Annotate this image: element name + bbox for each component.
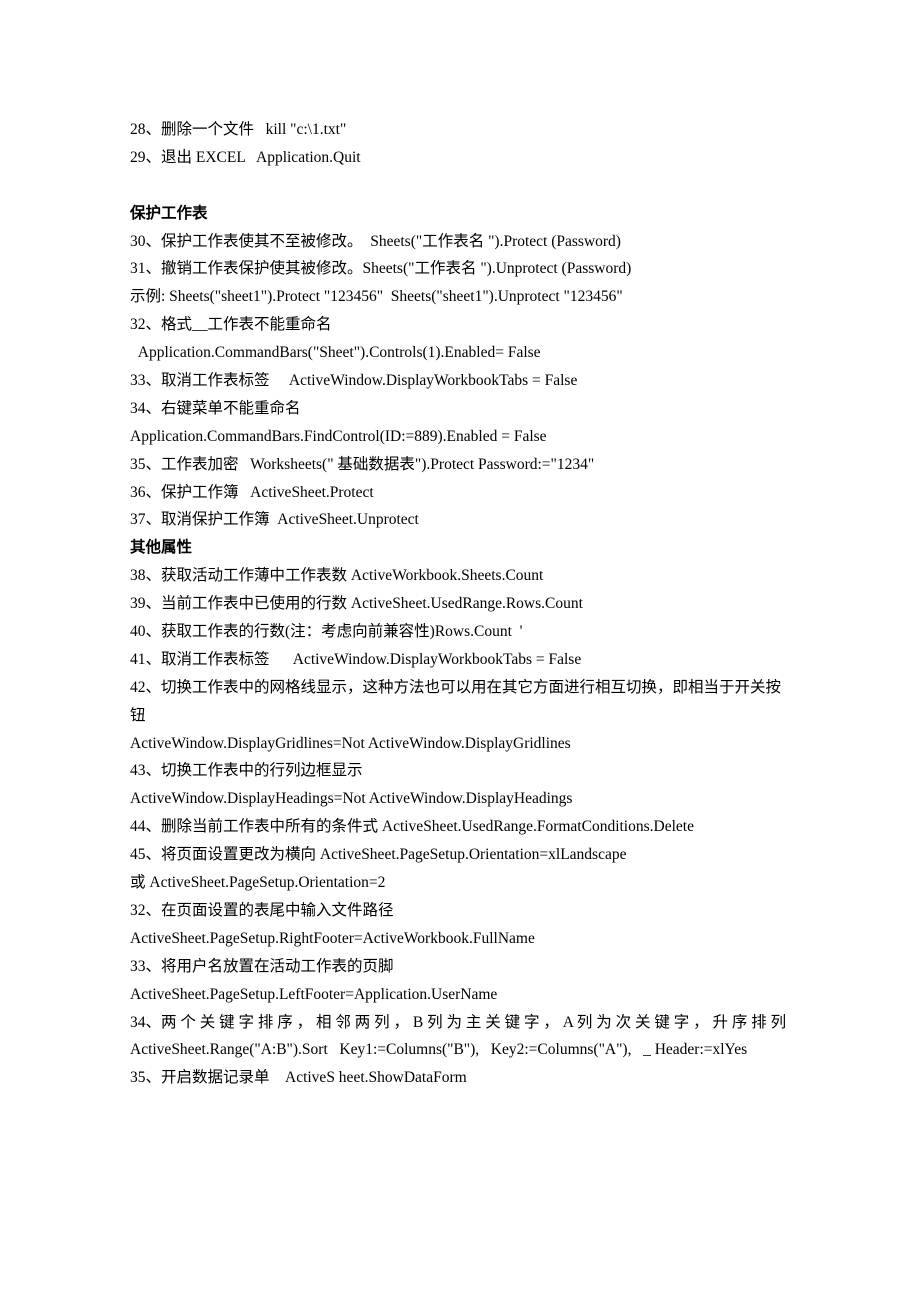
text-line: 33、取消工作表标签 ActiveWindow.DisplayWorkbookT… bbox=[130, 367, 790, 395]
text-line: 35、工作表加密 Worksheets(" 基础数据表").Protect Pa… bbox=[130, 451, 790, 479]
text-line: 29、退出 EXCEL Application.Quit bbox=[130, 144, 790, 172]
text-line: 44、删除当前工作表中所有的条件式 ActiveSheet.UsedRange.… bbox=[130, 813, 790, 841]
text-line: 31、撤销工作表保护使其被修改。Sheets("工作表名 ").Unprotec… bbox=[130, 255, 790, 283]
text-line: 37、取消保护工作簿 ActiveSheet.Unprotect bbox=[130, 506, 790, 534]
text-line: ActiveWindow.DisplayGridlines=Not Active… bbox=[130, 730, 790, 758]
text-line: 38、获取活动工作薄中工作表数 ActiveWorkbook.Sheets.Co… bbox=[130, 562, 790, 590]
text-line: 39、当前工作表中已使用的行数 ActiveSheet.UsedRange.Ro… bbox=[130, 590, 790, 618]
text-line: 32、在页面设置的表尾中输入文件路径 bbox=[130, 897, 790, 925]
section-heading: 其他属性 bbox=[130, 534, 790, 562]
text-line: Application.CommandBars("Sheet").Control… bbox=[130, 339, 790, 367]
text-line: 或 ActiveSheet.PageSetup.Orientation=2 bbox=[130, 869, 790, 897]
text-line: 35、开启数据记录单 ActiveS heet.ShowDataForm bbox=[130, 1064, 790, 1092]
text-line: ActiveSheet.PageSetup.RightFooter=Active… bbox=[130, 925, 790, 953]
text-line: 33、将用户名放置在活动工作表的页脚 bbox=[130, 953, 790, 981]
text-line: 示例: Sheets("sheet1").Protect "123456" Sh… bbox=[130, 283, 790, 311]
text-line: 34、右键菜单不能重命名 bbox=[130, 395, 790, 423]
text-line bbox=[130, 172, 790, 200]
text-line: 34、两 个 关 键 字 排 序 ， 相 邻 两 列 ， B 列 为 主 关 键… bbox=[130, 1009, 790, 1065]
text-line: ActiveSheet.PageSetup.LeftFooter=Applica… bbox=[130, 981, 790, 1009]
text-line: 28、删除一个文件 kill "c:\1.txt" bbox=[130, 116, 790, 144]
text-line: 32、格式__工作表不能重命名 bbox=[130, 311, 790, 339]
text-line: 36、保护工作簿 ActiveSheet.Protect bbox=[130, 479, 790, 507]
text-line: 40、获取工作表的行数(注：考虑向前兼容性)Rows.Count ' bbox=[130, 618, 790, 646]
text-line: Application.CommandBars.FindControl(ID:=… bbox=[130, 423, 790, 451]
section-heading: 保护工作表 bbox=[130, 200, 790, 228]
text-line: 42、切换工作表中的网格线显示，这种方法也可以用在其它方面进行相互切换，即相当于… bbox=[130, 674, 790, 730]
text-line: 43、切换工作表中的行列边框显示 bbox=[130, 757, 790, 785]
text-line: 41、取消工作表标签 ActiveWindow.DisplayWorkbookT… bbox=[130, 646, 790, 674]
text-line: ActiveWindow.DisplayHeadings=Not ActiveW… bbox=[130, 785, 790, 813]
text-line: 45、将页面设置更改为横向 ActiveSheet.PageSetup.Orie… bbox=[130, 841, 790, 869]
document-body: 28、删除一个文件 kill "c:\1.txt"29、退出 EXCEL App… bbox=[130, 116, 790, 1092]
text-line: 30、保护工作表使其不至被修改。 Sheets("工作表名 ").Protect… bbox=[130, 228, 790, 256]
